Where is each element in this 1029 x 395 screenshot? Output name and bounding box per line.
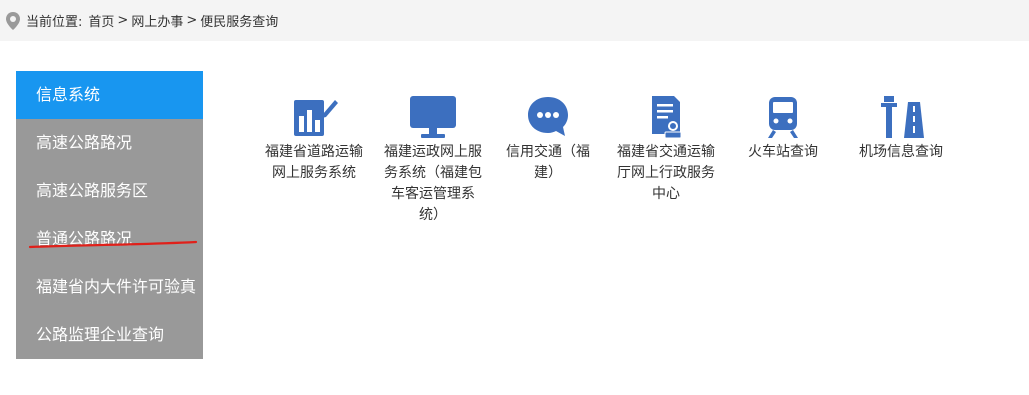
app-label: 信用交通（福建） bbox=[506, 144, 590, 181]
app-transport-admin-service[interactable]: 福建运政网上服务系统（福建包车客运管理系统） bbox=[378, 94, 488, 226]
app-credit-transport[interactable]: 信用交通（福建） bbox=[493, 94, 603, 184]
sidebar-item-supervision-company-query[interactable]: 公路监理企业查询 bbox=[16, 311, 203, 359]
breadcrumb-separator: > bbox=[117, 13, 129, 28]
sidebar-item-info-system[interactable]: 信息系统 bbox=[16, 71, 203, 119]
chart-edit-icon bbox=[294, 100, 338, 136]
sidebar: 信息系统 高速公路路况 高速公路服务区 普通公路路况 福建省内大件许可验真 公路… bbox=[16, 71, 203, 359]
sidebar-item-expressway-traffic[interactable]: 高速公路路况 bbox=[16, 119, 203, 167]
app-airport-info-query[interactable]: 机场信息查询 bbox=[846, 94, 956, 163]
breadcrumb-prefix: 当前位置: bbox=[26, 15, 83, 30]
breadcrumb-bar: 当前位置: 首页 > 网上办事 > 便民服务查询 bbox=[0, 0, 1029, 41]
breadcrumb-separator: > bbox=[186, 13, 198, 28]
chat-bubble-icon bbox=[528, 97, 568, 136]
red-underline-annotation bbox=[28, 240, 198, 249]
app-label: 福建运政网上服务系统（福建包车客运管理系统） bbox=[384, 144, 482, 223]
sidebar-item-oversize-permit-verify[interactable]: 福建省内大件许可验真 bbox=[16, 263, 203, 311]
document-stamp-icon bbox=[652, 96, 682, 139]
app-label: 机场信息查询 bbox=[859, 144, 943, 160]
breadcrumb: 当前位置: 首页 > 网上办事 > 便民服务查询 bbox=[0, 11, 278, 30]
breadcrumb-online-services[interactable]: 网上办事 bbox=[131, 11, 183, 30]
app-admin-service-center[interactable]: 福建省交通运输厅网上行政服务中心 bbox=[611, 94, 721, 205]
train-icon bbox=[768, 97, 798, 138]
airport-runway-icon bbox=[881, 96, 924, 138]
breadcrumb-home[interactable]: 首页 bbox=[88, 11, 114, 30]
sidebar-item-expressway-service-area[interactable]: 高速公路服务区 bbox=[16, 167, 203, 215]
location-pin-icon bbox=[6, 11, 20, 30]
app-label: 福建省交通运输厅网上行政服务中心 bbox=[617, 144, 715, 202]
breadcrumb-current: 便民服务查询 bbox=[200, 15, 279, 30]
app-label: 火车站查询 bbox=[748, 144, 818, 160]
monitor-icon bbox=[410, 96, 456, 138]
app-train-station-query[interactable]: 火车站查询 bbox=[728, 94, 838, 163]
app-road-transport-service[interactable]: 福建省道路运输网上服务系统 bbox=[259, 94, 369, 184]
app-label: 福建省道路运输网上服务系统 bbox=[265, 144, 363, 181]
